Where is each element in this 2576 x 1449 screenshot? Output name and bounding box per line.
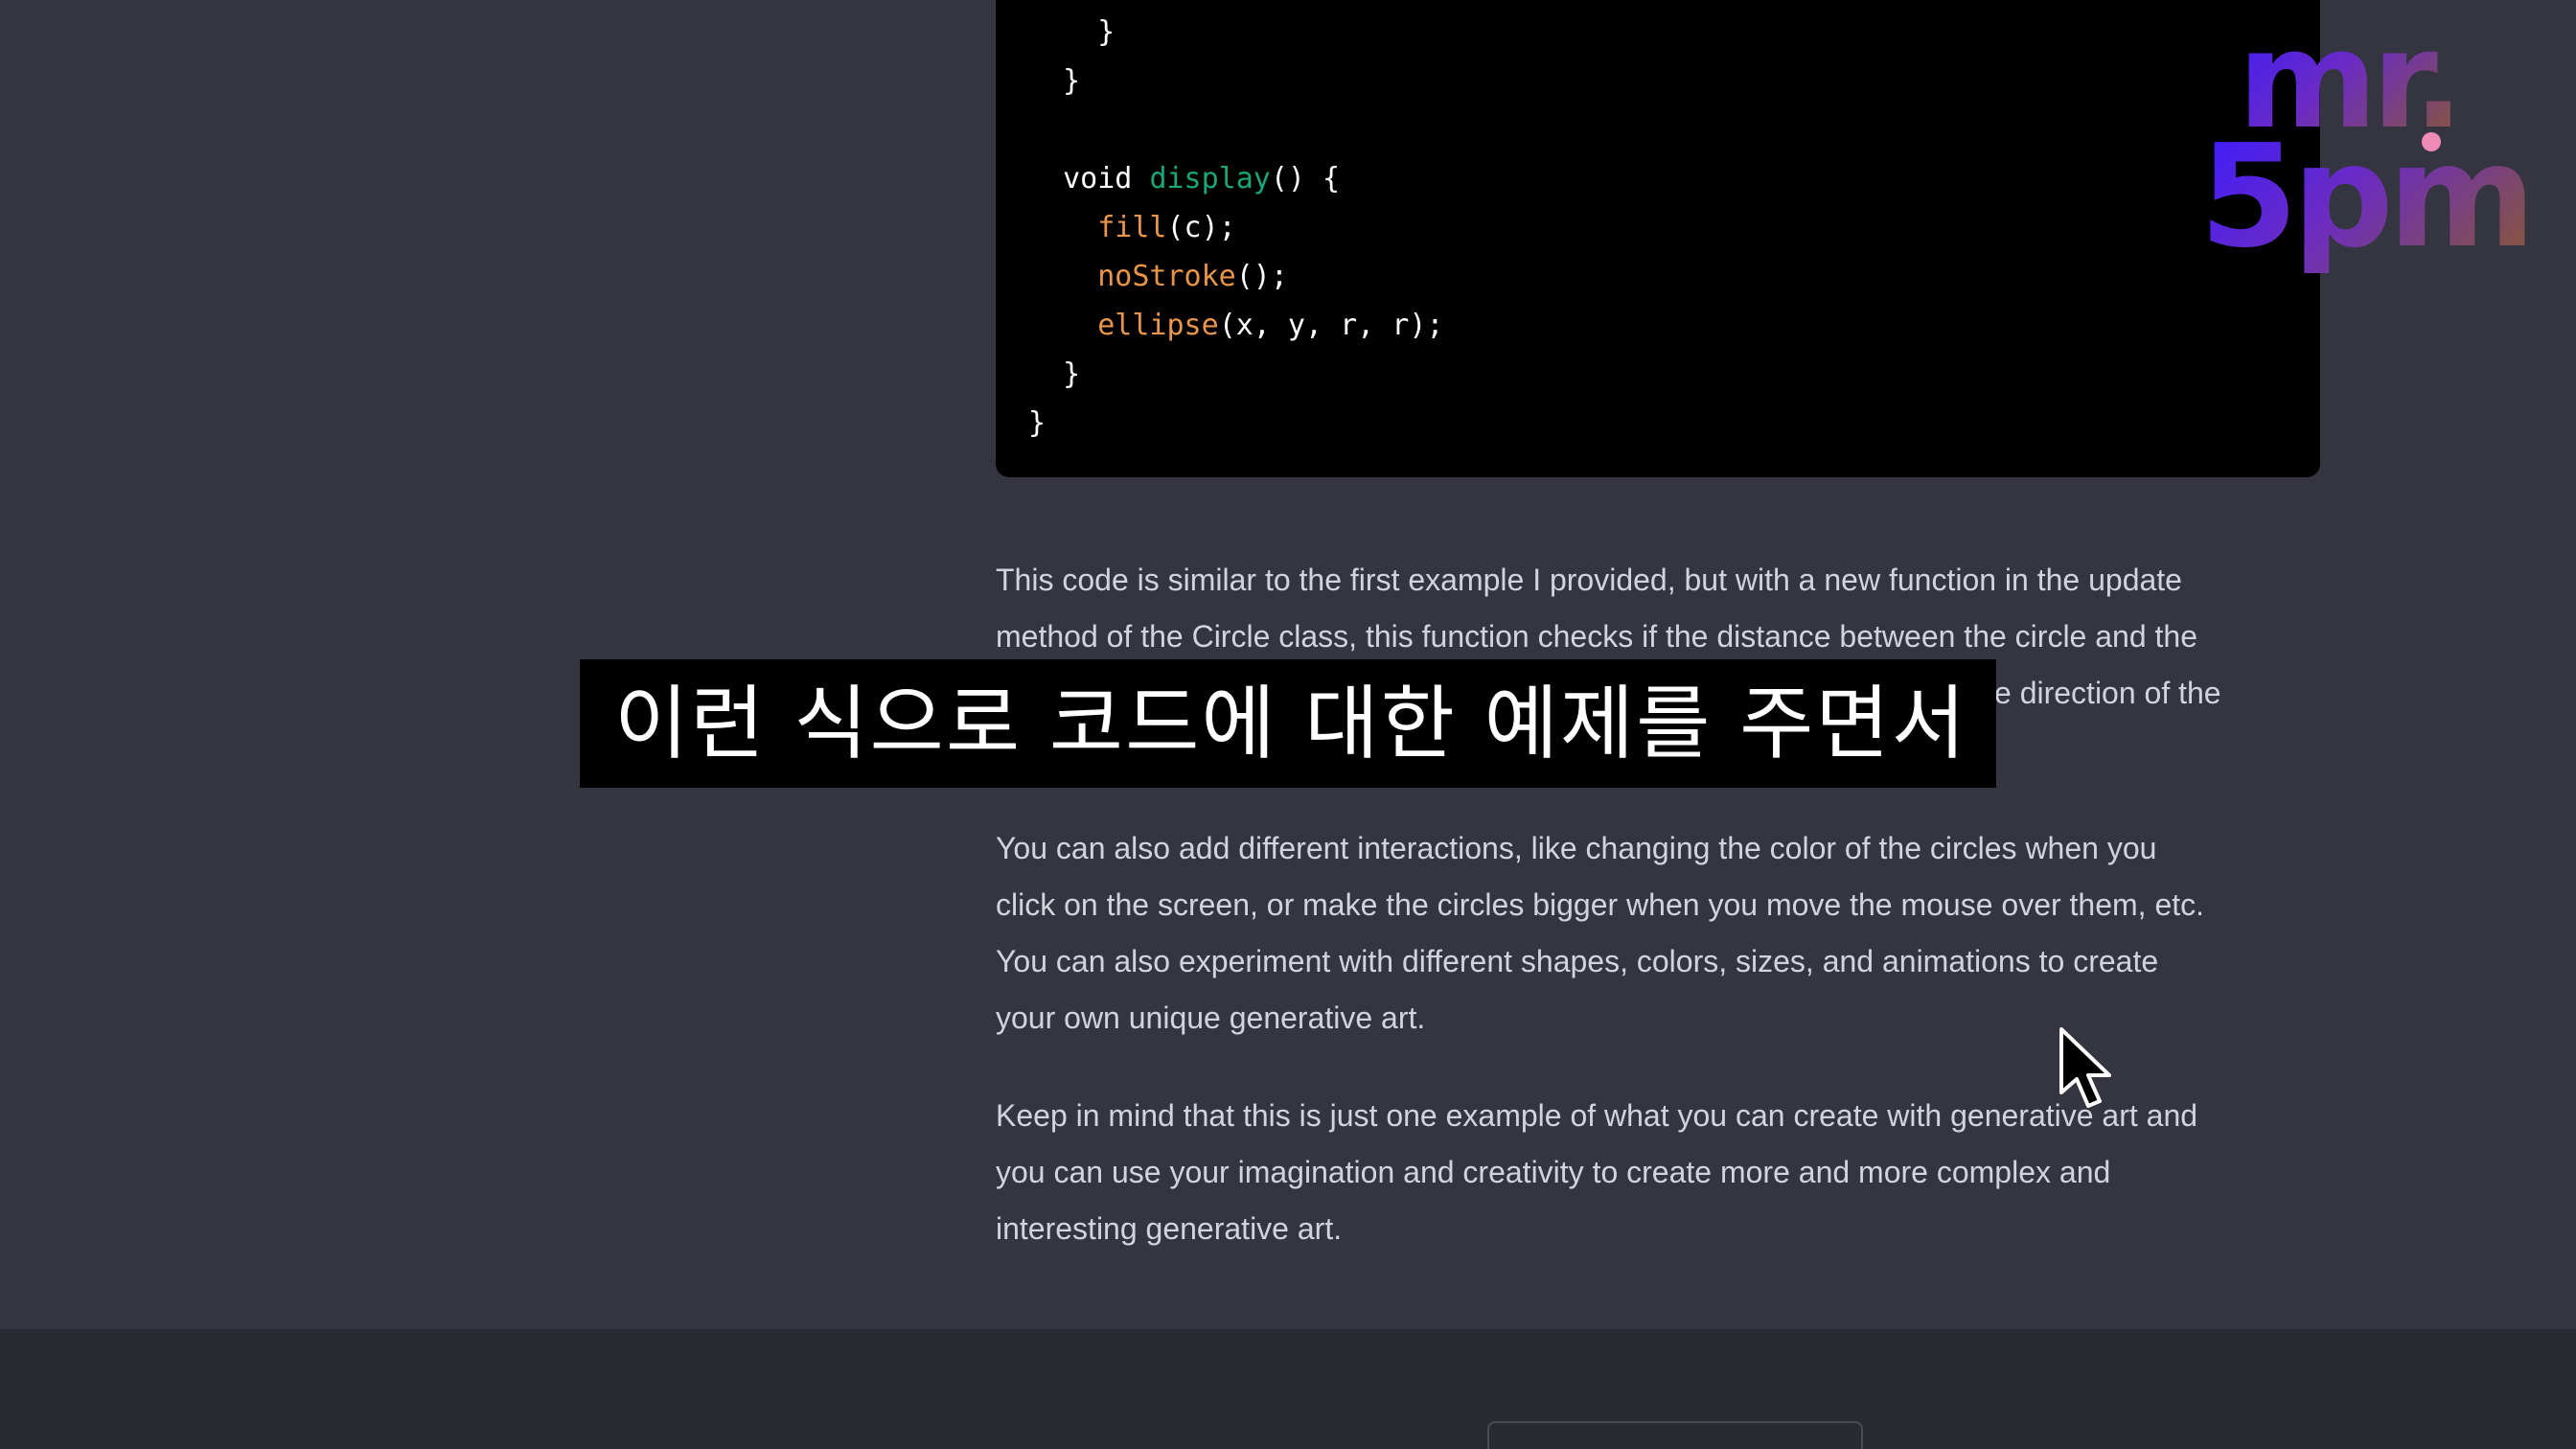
- code-token: () {: [1270, 162, 1341, 196]
- regenerate-button[interactable]: [1487, 1421, 1863, 1449]
- response-paragraph-2: You can also add different interactions,…: [996, 820, 2318, 1046]
- code-token: }: [1063, 64, 1081, 98]
- paragraph-line: Keep in mind that this is just one examp…: [996, 1098, 2198, 1133]
- paragraph-line: interesting generative art.: [996, 1211, 1343, 1246]
- subtitle-text: 이런 식으로 코드에 대한 예제를 주면서: [614, 677, 1967, 770]
- code-token: fill: [1097, 211, 1167, 244]
- channel-logo: mr. 5pm: [2199, 10, 2536, 288]
- paragraph-line: You can also experiment with different s…: [996, 944, 2159, 978]
- paragraph-line: You can also add different interactions,…: [996, 831, 2157, 865]
- code-token: display: [1149, 162, 1271, 196]
- video-subtitle: 이런 식으로 코드에 대한 예제를 주면서: [580, 659, 1996, 788]
- arrow-cursor-icon: [2058, 1025, 2115, 1112]
- code-token: (x, y, r, r);: [1218, 309, 1444, 342]
- input-area: [0, 1329, 2576, 1449]
- paragraph-line: method of the Circle class, this functio…: [996, 619, 2197, 654]
- code-token: (c);: [1166, 211, 1236, 244]
- code-token: }: [1028, 406, 1046, 440]
- code-token: ();: [1235, 260, 1288, 293]
- paragraph-line: This code is similar to the first exampl…: [996, 563, 2182, 597]
- code-line: noStroke();: [1028, 252, 1288, 301]
- code-token: void: [1063, 162, 1150, 196]
- paragraph-line: you can use your imagination and creativ…: [996, 1155, 2111, 1189]
- code-token: }: [1097, 15, 1116, 49]
- code-line: }: [1028, 399, 1046, 448]
- code-token: noStroke: [1097, 260, 1236, 293]
- paragraph-line: your own unique generative art.: [996, 1000, 1426, 1035]
- screen: } } void display() { fill(c); noStroke()…: [0, 0, 2576, 1449]
- code-block: } } void display() { fill(c); noStroke()…: [996, 0, 2320, 477]
- logo-text-bottom: 5pm: [2199, 114, 2536, 279]
- code-line: }: [1028, 8, 1115, 57]
- code-line: }: [1028, 57, 1080, 105]
- code-line: ellipse(x, y, r, r);: [1028, 301, 1444, 350]
- response-paragraph-3: Keep in mind that this is just one examp…: [996, 1088, 2318, 1257]
- logo-dot: [2422, 132, 2441, 151]
- code-line: }: [1028, 350, 1080, 399]
- code-token: }: [1063, 357, 1081, 391]
- code-token: ellipse: [1097, 309, 1219, 342]
- code-line: fill(c);: [1028, 203, 1236, 252]
- code-line: void display() {: [1028, 154, 1340, 203]
- paragraph-line: click on the screen, or make the circles…: [996, 887, 2205, 922]
